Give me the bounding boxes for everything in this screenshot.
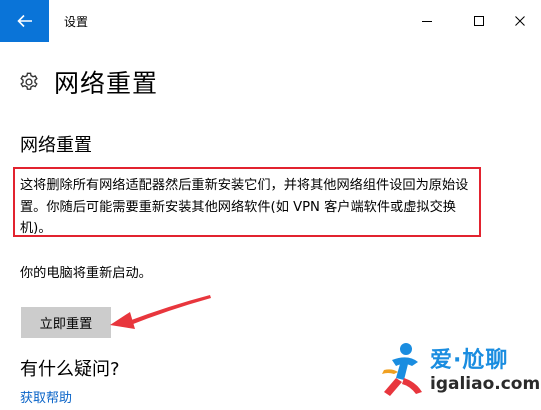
watermark-name: 爱·尬聊 — [430, 348, 509, 373]
page-header: 网络重置 — [18, 62, 158, 102]
back-button[interactable] — [0, 0, 49, 42]
page-title: 网络重置 — [54, 69, 159, 98]
title-bar: 设置 — [0, 0, 541, 42]
window-title: 设置 — [64, 15, 89, 29]
gear-icon — [20, 72, 38, 90]
watermark-logo-icon — [382, 343, 422, 396]
back-arrow-icon — [16, 14, 32, 28]
restart-note: 你的电脑将重新启动。 — [20, 266, 152, 281]
maximize-icon — [474, 16, 484, 26]
watermark-url: igaliao.com — [430, 374, 541, 394]
close-icon — [515, 16, 525, 26]
watermark: 爱·尬聊 igaliao.com — [378, 340, 541, 406]
question-heading: 有什么疑问? — [20, 359, 120, 380]
close-button[interactable] — [497, 0, 541, 42]
maximize-button[interactable] — [456, 0, 502, 42]
annotation-arrow-icon — [110, 295, 211, 329]
minimize-icon — [422, 21, 432, 22]
settings-window: 设置 网络重置 网络重置 这将删除所有网络适配器然后重新安装它们，并将其他网络组… — [0, 0, 541, 410]
minimize-button[interactable] — [404, 0, 450, 42]
reset-now-button[interactable]: 立即重置 — [21, 307, 111, 338]
section-title: 网络重置 — [20, 135, 92, 156]
get-help-link[interactable]: 获取帮助 — [20, 387, 72, 406]
reset-description: 这将删除所有网络适配器然后重新安装它们，并将其他网络组件设回为原始设置。你随后可… — [20, 178, 469, 236]
